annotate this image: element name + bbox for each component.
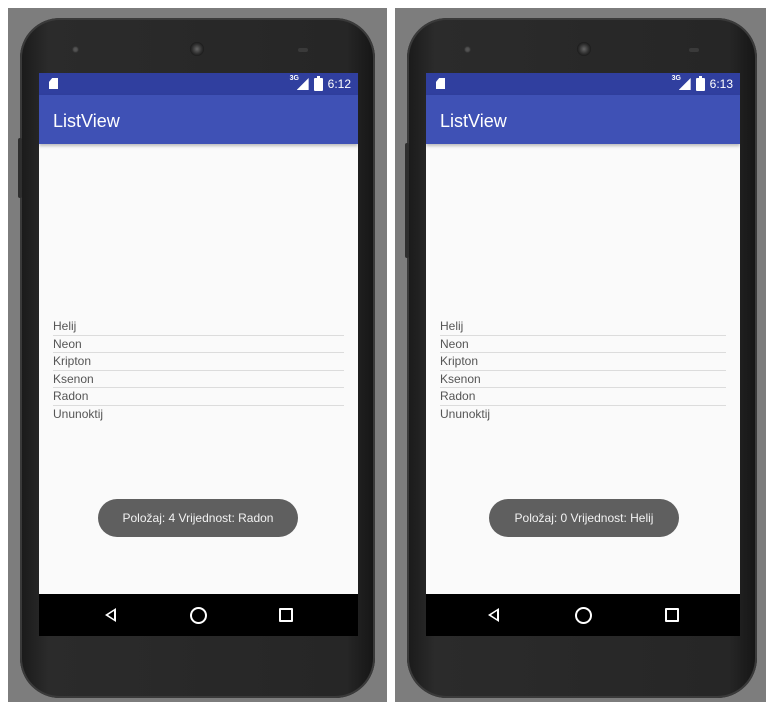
recents-square-icon[interactable] xyxy=(279,608,293,622)
list-item-radon[interactable]: Radon xyxy=(53,388,344,406)
phone-screen: 3G 6:13 ListView Helij Neon Kripton Ksen… xyxy=(426,73,740,636)
list-item-helij[interactable]: Helij xyxy=(53,318,344,336)
phone-frame: 3G 6:12 ListView Helij Neon Kripton Ksen… xyxy=(18,18,375,698)
battery-icon xyxy=(313,75,323,91)
list-item-radon[interactable]: Radon xyxy=(440,388,726,406)
front-camera xyxy=(190,42,204,56)
list-item-neon[interactable]: Neon xyxy=(440,336,726,353)
app-bar: ListView xyxy=(426,95,740,144)
phone-frame: 3G 6:13 ListView Helij Neon Kripton Ksen… xyxy=(405,18,757,698)
front-camera xyxy=(577,42,591,56)
navigation-bar xyxy=(426,594,740,636)
app-title: ListView xyxy=(440,111,507,131)
network-type-label: 3G xyxy=(289,75,299,82)
back-triangle-icon[interactable] xyxy=(105,608,116,622)
back-triangle-icon[interactable] xyxy=(488,608,499,622)
list-item-ununoktij[interactable]: Ununoktij xyxy=(440,406,726,423)
status-time: 6:13 xyxy=(709,77,733,91)
left-screenshot-panel: 3G 6:12 ListView Helij Neon Kripton Ksen… xyxy=(8,8,387,702)
side-button xyxy=(405,143,409,258)
status-bar: 3G 6:13 xyxy=(426,73,740,95)
sd-card-icon xyxy=(436,78,445,89)
signal-icon: 3G xyxy=(289,75,309,90)
right-screenshot-panel: 3G 6:13 ListView Helij Neon Kripton Ksen… xyxy=(395,8,766,702)
side-button xyxy=(18,138,22,198)
status-bar: 3G 6:12 xyxy=(39,73,358,95)
front-sensor-dot xyxy=(464,46,471,53)
list-item-ununoktij[interactable]: Ununoktij xyxy=(53,406,344,423)
list-view[interactable]: Helij Neon Kripton Ksenon Radon Ununokti… xyxy=(53,318,344,422)
phone-screen: 3G 6:12 ListView Helij Neon Kripton Ksen… xyxy=(39,73,358,636)
list-item-kripton[interactable]: Kripton xyxy=(440,353,726,371)
list-item-neon[interactable]: Neon xyxy=(53,336,344,353)
list-item-kripton[interactable]: Kripton xyxy=(53,353,344,371)
toast-message: Položaj: 0 Vrijednost: Helij xyxy=(489,499,679,537)
network-type-label: 3G xyxy=(671,75,681,82)
proximity-sensor xyxy=(689,48,699,52)
battery-icon xyxy=(695,75,705,91)
list-item-helij[interactable]: Helij xyxy=(440,318,726,336)
home-circle-icon[interactable] xyxy=(575,607,592,624)
list-item-ksenon[interactable]: Ksenon xyxy=(53,371,344,388)
toast-message: Položaj: 4 Vrijednost: Radon xyxy=(98,499,298,537)
status-icons: 3G 6:12 xyxy=(289,75,351,91)
navigation-bar xyxy=(39,594,358,636)
app-title: ListView xyxy=(53,111,120,131)
home-circle-icon[interactable] xyxy=(190,607,207,624)
app-bar: ListView xyxy=(39,95,358,144)
signal-icon: 3G xyxy=(671,75,691,90)
list-item-ksenon[interactable]: Ksenon xyxy=(440,371,726,388)
status-time: 6:12 xyxy=(327,77,351,91)
front-sensor-dot xyxy=(72,46,79,53)
status-icons: 3G 6:13 xyxy=(671,75,733,91)
proximity-sensor xyxy=(298,48,308,52)
sd-card-icon xyxy=(49,78,58,89)
recents-square-icon[interactable] xyxy=(665,608,679,622)
list-view[interactable]: Helij Neon Kripton Ksenon Radon Ununokti… xyxy=(440,318,726,422)
